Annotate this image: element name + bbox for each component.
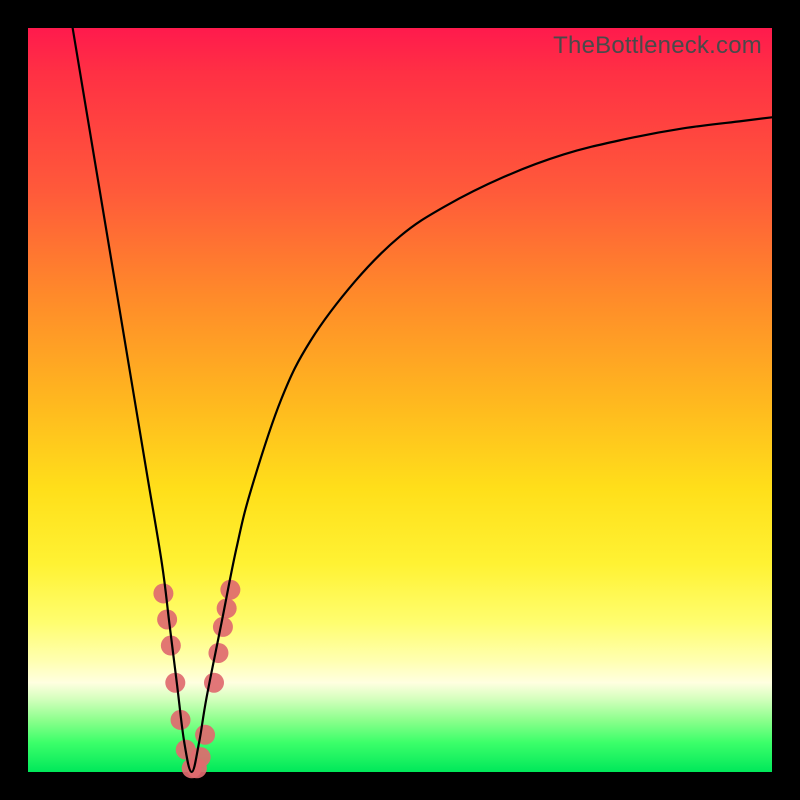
marker-dot — [191, 747, 211, 767]
chart-svg — [28, 28, 772, 772]
marker-dot — [208, 643, 228, 663]
plot-area: TheBottleneck.com — [28, 28, 772, 772]
marker-dot — [195, 725, 215, 745]
marker-dot — [153, 583, 173, 603]
bottleneck-curve — [73, 28, 772, 772]
chart-frame: TheBottleneck.com — [0, 0, 800, 800]
